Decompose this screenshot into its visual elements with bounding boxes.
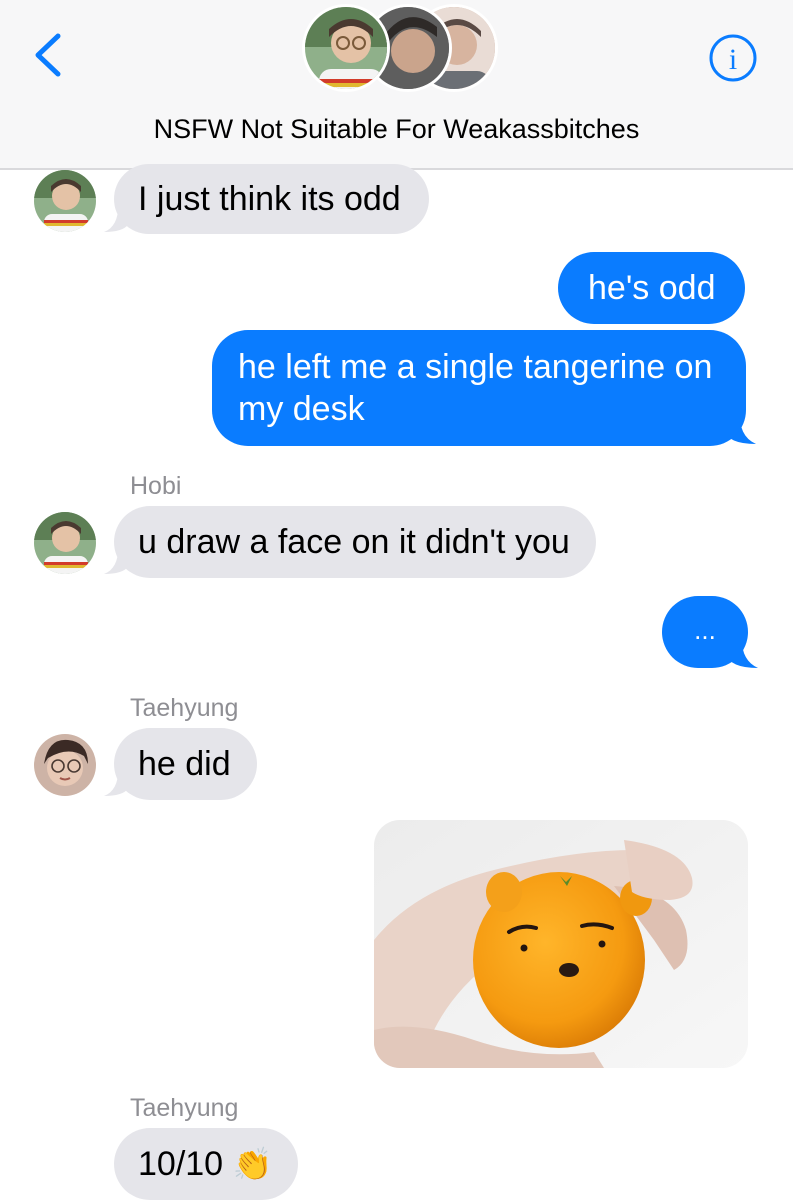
svg-text:i: i (729, 43, 737, 76)
back-button[interactable] (28, 30, 68, 80)
message-bubble-sent[interactable]: he left me a single tangerine on my desk (212, 330, 746, 446)
avatar (34, 734, 96, 796)
avatar (34, 170, 96, 232)
tangerine-bear-face-photo (374, 820, 748, 1068)
sender-name: Taehyung (130, 694, 239, 722)
message-photo[interactable] (374, 820, 748, 1068)
message-text: 10/10 (138, 1145, 224, 1183)
sender-name: Taehyung (130, 1094, 239, 1122)
message-bubble-received[interactable]: he did (114, 728, 257, 800)
chevron-left-icon (35, 33, 61, 77)
message-bubble-received[interactable]: u draw a face on it didn't you (114, 506, 596, 578)
avatar (302, 4, 390, 92)
message-text-line: my desk (238, 390, 365, 428)
message-bubble-sent[interactable]: ... (662, 596, 748, 668)
message-bubble-received[interactable]: I just think its odd (114, 164, 429, 234)
message-bubble-sent[interactable]: he's odd (558, 252, 746, 324)
avatar (34, 512, 96, 574)
info-button[interactable]: i (708, 33, 758, 83)
clapping-hands-icon: 👏 (232, 1146, 273, 1182)
message-text: u draw a face on it didn't you (138, 523, 570, 561)
sender-name: Hobi (130, 472, 182, 500)
info-icon: i (709, 34, 757, 82)
group-title[interactable]: NSFW Not Suitable For Weakassbitches (0, 114, 793, 145)
message-bubble-received[interactable]: 10/10 👏 (114, 1128, 299, 1200)
group-avatars[interactable] (302, 4, 502, 96)
message-text: he did (138, 745, 231, 783)
message-text: ... (694, 615, 716, 645)
message-text: I just think its odd (138, 180, 401, 218)
message-text: he's odd (588, 269, 716, 307)
conversation-header: i NSFW Not Suitable For Weakassbitches (0, 0, 793, 170)
message-text-line: he left me a single tangerine on (238, 348, 713, 386)
